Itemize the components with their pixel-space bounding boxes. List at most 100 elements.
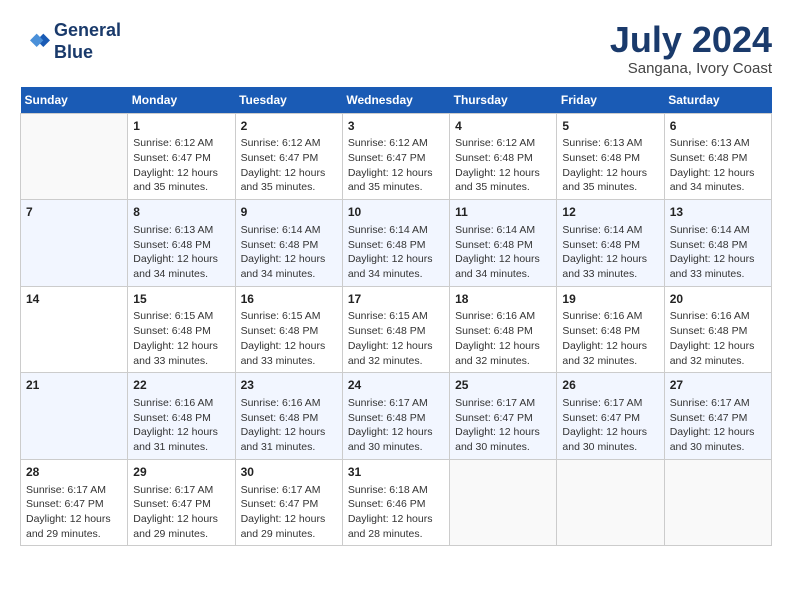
day-number: 17: [348, 291, 444, 308]
day-cell: [21, 113, 128, 200]
day-number: 9: [241, 204, 337, 221]
day-header-thursday: Thursday: [450, 87, 557, 114]
day-info: Sunrise: 6:16 AM Sunset: 6:48 PM Dayligh…: [241, 396, 337, 455]
day-number: 5: [562, 118, 658, 135]
day-cell: 18Sunrise: 6:16 AM Sunset: 6:48 PM Dayli…: [450, 286, 557, 373]
day-info: Sunrise: 6:17 AM Sunset: 6:47 PM Dayligh…: [670, 396, 766, 455]
day-info: Sunrise: 6:16 AM Sunset: 6:48 PM Dayligh…: [455, 309, 551, 368]
day-number: 12: [562, 204, 658, 221]
day-info: Sunrise: 6:15 AM Sunset: 6:48 PM Dayligh…: [241, 309, 337, 368]
day-cell: 15Sunrise: 6:15 AM Sunset: 6:48 PM Dayli…: [128, 286, 235, 373]
day-cell: 24 Sunrise: 6:17 AM Sunset: 6:48 PM Dayli…: [342, 373, 449, 460]
day-number: 10: [348, 204, 444, 221]
day-cell: 7: [21, 200, 128, 287]
day-cell: 26Sunrise: 6:17 AM Sunset: 6:47 PM Dayli…: [557, 373, 664, 460]
day-info: Sunrise: 6:17 AM Sunset: 6:48 PM Dayligh…: [348, 396, 444, 455]
day-info: Sunrise: 6:14 AM Sunset: 6:48 PM Dayligh…: [241, 223, 337, 282]
day-info: Sunrise: 6:17 AM Sunset: 6:47 PM Dayligh…: [455, 396, 551, 455]
day-info: Sunrise: 6:13 AM Sunset: 6:48 PM Dayligh…: [670, 136, 766, 195]
day-cell: 17Sunrise: 6:15 AM Sunset: 6:48 PM Dayli…: [342, 286, 449, 373]
day-number: 27: [670, 377, 766, 394]
day-number: 21: [26, 377, 122, 394]
day-number: 31: [348, 464, 444, 481]
day-info: Sunrise: 6:14 AM Sunset: 6:48 PM Dayligh…: [455, 223, 551, 282]
day-header-friday: Friday: [557, 87, 664, 114]
day-info: Sunrise: 6:13 AM Sunset: 6:48 PM Dayligh…: [133, 223, 229, 282]
day-info: Sunrise: 6:15 AM Sunset: 6:48 PM Dayligh…: [133, 309, 229, 368]
logo: General Blue: [20, 20, 121, 63]
day-number: 24: [348, 377, 444, 394]
day-number: 18: [455, 291, 551, 308]
day-cell: [557, 459, 664, 546]
day-header-monday: Monday: [128, 87, 235, 114]
day-info: Sunrise: 6:16 AM Sunset: 6:48 PM Dayligh…: [133, 396, 229, 455]
day-number: 11: [455, 204, 551, 221]
day-cell: 30Sunrise: 6:17 AM Sunset: 6:47 PM Dayli…: [235, 459, 342, 546]
day-cell: 11 Sunrise: 6:14 AM Sunset: 6:48 PM Dayli…: [450, 200, 557, 287]
calendar-table: SundayMondayTuesdayWednesdayThursdayFrid…: [20, 87, 772, 547]
day-number: 26: [562, 377, 658, 394]
day-cell: 10Sunrise: 6:14 AM Sunset: 6:48 PM Dayli…: [342, 200, 449, 287]
day-number: 7: [26, 204, 122, 221]
day-cell: 1Sunrise: 6:12 AM Sunset: 6:47 PM Daylig…: [128, 113, 235, 200]
day-cell: 2Sunrise: 6:12 AM Sunset: 6:47 PM Daylig…: [235, 113, 342, 200]
day-cell: 12Sunrise: 6:14 AM Sunset: 6:48 PM Dayli…: [557, 200, 664, 287]
day-info: Sunrise: 6:17 AM Sunset: 6:47 PM Dayligh…: [133, 483, 229, 542]
day-number: 22: [133, 377, 229, 394]
day-cell: 23 Sunrise: 6:16 AM Sunset: 6:48 PM Dayli…: [235, 373, 342, 460]
day-number: 6: [670, 118, 766, 135]
day-cell: 8 Sunrise: 6:13 AM Sunset: 6:48 PM Daylig…: [128, 200, 235, 287]
day-cell: 20Sunrise: 6:16 AM Sunset: 6:48 PM Dayli…: [664, 286, 771, 373]
day-info: Sunrise: 6:12 AM Sunset: 6:47 PM Dayligh…: [348, 136, 444, 195]
day-number: 23: [241, 377, 337, 394]
logo-line2: Blue: [54, 42, 121, 64]
day-info: Sunrise: 6:12 AM Sunset: 6:47 PM Dayligh…: [241, 136, 337, 195]
day-number: 25: [455, 377, 551, 394]
day-number: 2: [241, 118, 337, 135]
day-info: Sunrise: 6:17 AM Sunset: 6:47 PM Dayligh…: [26, 483, 122, 542]
day-cell: 25 Sunrise: 6:17 AM Sunset: 6:47 PM Dayli…: [450, 373, 557, 460]
day-cell: 28Sunrise: 6:17 AM Sunset: 6:47 PM Dayli…: [21, 459, 128, 546]
day-number: 19: [562, 291, 658, 308]
day-cell: 29 Sunrise: 6:17 AM Sunset: 6:47 PM Dayli…: [128, 459, 235, 546]
day-cell: [664, 459, 771, 546]
location: Sangana, Ivory Coast: [610, 60, 772, 77]
day-number: 8: [133, 204, 229, 221]
logo-icon: [20, 27, 50, 57]
logo-line1: General: [54, 20, 121, 42]
day-info: Sunrise: 6:16 AM Sunset: 6:48 PM Dayligh…: [562, 309, 658, 368]
day-number: 16: [241, 291, 337, 308]
day-number: 29: [133, 464, 229, 481]
page-header: General Blue July 2024 Sangana, Ivory Co…: [20, 20, 772, 77]
day-cell: 21: [21, 373, 128, 460]
day-number: 30: [241, 464, 337, 481]
header-row: SundayMondayTuesdayWednesdayThursdayFrid…: [21, 87, 772, 114]
day-cell: [450, 459, 557, 546]
week-row-1: 1Sunrise: 6:12 AM Sunset: 6:47 PM Daylig…: [21, 113, 772, 200]
day-header-wednesday: Wednesday: [342, 87, 449, 114]
day-info: Sunrise: 6:13 AM Sunset: 6:48 PM Dayligh…: [562, 136, 658, 195]
day-info: Sunrise: 6:16 AM Sunset: 6:48 PM Dayligh…: [670, 309, 766, 368]
day-cell: 16Sunrise: 6:15 AM Sunset: 6:48 PM Dayli…: [235, 286, 342, 373]
day-number: 3: [348, 118, 444, 135]
day-info: Sunrise: 6:12 AM Sunset: 6:47 PM Dayligh…: [133, 136, 229, 195]
day-header-saturday: Saturday: [664, 87, 771, 114]
day-cell: 6Sunrise: 6:13 AM Sunset: 6:48 PM Daylig…: [664, 113, 771, 200]
day-header-sunday: Sunday: [21, 87, 128, 114]
day-cell: 31 Sunrise: 6:18 AM Sunset: 6:46 PM Dayli…: [342, 459, 449, 546]
day-cell: 9 Sunrise: 6:14 AM Sunset: 6:48 PM Daylig…: [235, 200, 342, 287]
day-cell: 4Sunrise: 6:12 AM Sunset: 6:48 PM Daylig…: [450, 113, 557, 200]
week-row-5: 28Sunrise: 6:17 AM Sunset: 6:47 PM Dayli…: [21, 459, 772, 546]
day-cell: 5Sunrise: 6:13 AM Sunset: 6:48 PM Daylig…: [557, 113, 664, 200]
day-info: Sunrise: 6:14 AM Sunset: 6:48 PM Dayligh…: [670, 223, 766, 282]
month-title: July 2024: [610, 20, 772, 60]
day-cell: 22 Sunrise: 6:16 AM Sunset: 6:48 PM Dayli…: [128, 373, 235, 460]
day-info: Sunrise: 6:18 AM Sunset: 6:46 PM Dayligh…: [348, 483, 444, 542]
day-header-tuesday: Tuesday: [235, 87, 342, 114]
day-cell: 27 Sunrise: 6:17 AM Sunset: 6:47 PM Dayli…: [664, 373, 771, 460]
day-cell: 14: [21, 286, 128, 373]
title-block: July 2024 Sangana, Ivory Coast: [610, 20, 772, 77]
day-number: 15: [133, 291, 229, 308]
day-number: 1: [133, 118, 229, 135]
week-row-3: 1415Sunrise: 6:15 AM Sunset: 6:48 PM Day…: [21, 286, 772, 373]
